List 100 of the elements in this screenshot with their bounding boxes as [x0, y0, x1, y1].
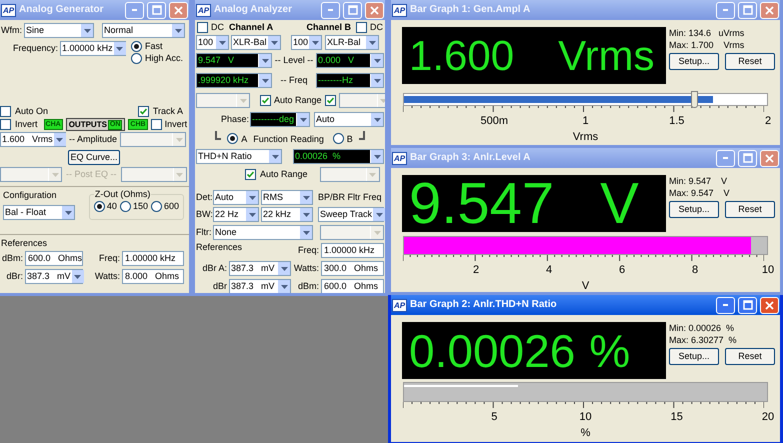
- caret-icon: [116, 46, 124, 50]
- field-label: dBr: [212, 282, 227, 291]
- dropdown[interactable]: Sweep Track: [318, 207, 384, 222]
- checkbox[interactable]: [245, 169, 256, 180]
- dropdown[interactable]: None: [213, 225, 313, 240]
- checkbox[interactable]: [150, 119, 162, 130]
- dropdown[interactable]: .999920 kHz: [196, 73, 272, 88]
- dropdown[interactable]: [320, 167, 380, 182]
- text-field[interactable]: 300.0 Ohms: [321, 261, 384, 276]
- reset-button[interactable]: Reset: [725, 53, 775, 70]
- caret-icon: [302, 230, 310, 234]
- checkbox[interactable]: [0, 119, 11, 130]
- radio-button[interactable]: [227, 133, 238, 144]
- dropdown[interactable]: [120, 167, 187, 182]
- checkbox[interactable]: [0, 106, 11, 116]
- close-button[interactable]: [760, 296, 779, 314]
- close-button[interactable]: [760, 2, 779, 18]
- caret-icon: [376, 212, 383, 216]
- dropdown[interactable]: Normal: [102, 23, 185, 38]
- app-logo: AP: [392, 152, 407, 164]
- text-field[interactable]: 1.00000 kHz: [321, 243, 384, 258]
- radio-button[interactable]: [150, 201, 162, 212]
- tick-label: 20: [762, 410, 774, 424]
- window-title: Bar Graph 3: Anlr.Level A: [410, 153, 532, 163]
- reading-value: 9.547: [409, 174, 554, 232]
- dropdown[interactable]: Bal - Float: [3, 205, 75, 220]
- minimize-button[interactable]: [321, 2, 340, 18]
- dropdown[interactable]: 22 kHz: [261, 207, 313, 222]
- max-value: Max: 6.30277 %: [669, 334, 738, 346]
- close-icon: [174, 6, 183, 14]
- close-button[interactable]: [760, 150, 779, 166]
- checkbox-label: Invert: [15, 120, 38, 129]
- dropdown[interactable]: 387.3 mV: [25, 269, 83, 284]
- radio-button[interactable]: [120, 201, 131, 212]
- field-label: References: [1, 238, 48, 248]
- radio-label: 40: [106, 202, 117, 211]
- text-field[interactable]: 8.000 Ohms: [122, 269, 184, 284]
- checkbox[interactable]: [138, 106, 149, 116]
- field-label: -- Amplitude: [69, 135, 118, 144]
- setup-button[interactable]: Setup...: [669, 53, 719, 70]
- dropdown[interactable]: Auto: [213, 190, 259, 205]
- checkbox[interactable]: [324, 95, 336, 106]
- maximize-button[interactable]: [147, 2, 166, 18]
- dropdown[interactable]: --------Hz: [316, 73, 384, 88]
- minimize-button[interactable]: [716, 2, 735, 18]
- tick-label: 2: [472, 263, 480, 277]
- field-label: BW:: [196, 209, 213, 219]
- dropdown[interactable]: 100: [291, 35, 322, 50]
- radio-button[interactable]: [131, 53, 142, 64]
- dropdown[interactable]: [0, 167, 62, 182]
- dropdown[interactable]: 0.000 V: [316, 53, 384, 68]
- dropdown[interactable]: 9.547 V: [196, 53, 272, 68]
- dropdown[interactable]: 1.600 Vrms: [0, 132, 66, 147]
- dropdown[interactable]: 387.3 mV: [229, 279, 291, 293]
- dropdown[interactable]: 387.3 mV: [229, 261, 291, 276]
- dropdown[interactable]: ---------deg: [250, 112, 310, 127]
- minimize-button[interactable]: [716, 296, 735, 314]
- dropdown[interactable]: Sine: [24, 23, 94, 38]
- close-button[interactable]: [169, 2, 188, 18]
- slider-thumb[interactable]: [691, 91, 698, 108]
- dropdown[interactable]: [196, 93, 250, 108]
- dropdown[interactable]: THD+N Ratio: [196, 149, 282, 164]
- dropdown[interactable]: 100: [196, 35, 229, 50]
- dropdown[interactable]: [320, 225, 384, 240]
- maximize-button[interactable]: [738, 296, 757, 314]
- field-label: dBr A:: [202, 264, 227, 273]
- channel-heading: Channel A: [229, 22, 274, 32]
- minimize-button[interactable]: [125, 2, 144, 18]
- text-field[interactable]: 1.00000 kHz: [122, 251, 184, 266]
- dropdown[interactable]: XLR-Bal: [325, 35, 379, 50]
- reset-button[interactable]: Reset: [725, 201, 775, 218]
- minimize-icon: [723, 9, 728, 11]
- checkbox[interactable]: [356, 22, 367, 32]
- field-label: -- Level --: [274, 56, 314, 65]
- window-title: Analog Generator: [19, 5, 104, 15]
- dropdown[interactable]: 1.00000 kHz: [60, 41, 126, 56]
- text-field[interactable]: 600.0 Ohms: [321, 279, 384, 293]
- checkbox[interactable]: [197, 22, 208, 32]
- eq-curve-button[interactable]: EQ Curve...: [68, 150, 120, 165]
- reset-button[interactable]: Reset: [725, 348, 775, 365]
- setup-button[interactable]: Setup...: [669, 348, 719, 365]
- maximize-button[interactable]: [738, 2, 757, 18]
- close-icon: [765, 6, 774, 14]
- radio-button[interactable]: [94, 201, 105, 212]
- app-logo: AP: [196, 4, 211, 16]
- minimize-button[interactable]: [716, 150, 735, 166]
- close-icon: [765, 154, 774, 162]
- dropdown[interactable]: XLR-Bal: [231, 35, 281, 50]
- text-field[interactable]: 600.0 Ohms: [25, 251, 83, 266]
- dropdown[interactable]: Auto: [314, 112, 384, 127]
- radio-button[interactable]: [332, 133, 344, 144]
- maximize-button[interactable]: [738, 150, 757, 166]
- dropdown[interactable]: 22 Hz: [213, 207, 259, 222]
- dropdown[interactable]: RMS: [261, 190, 313, 205]
- window-title: Bar Graph 2: Anlr.THD+N Ratio: [410, 300, 558, 310]
- caret-icon: [300, 118, 307, 122]
- setup-button[interactable]: Setup...: [669, 201, 719, 218]
- checkbox[interactable]: [260, 95, 271, 106]
- radio-button[interactable]: [131, 41, 142, 52]
- dropdown[interactable]: 0.00026 %: [293, 149, 384, 164]
